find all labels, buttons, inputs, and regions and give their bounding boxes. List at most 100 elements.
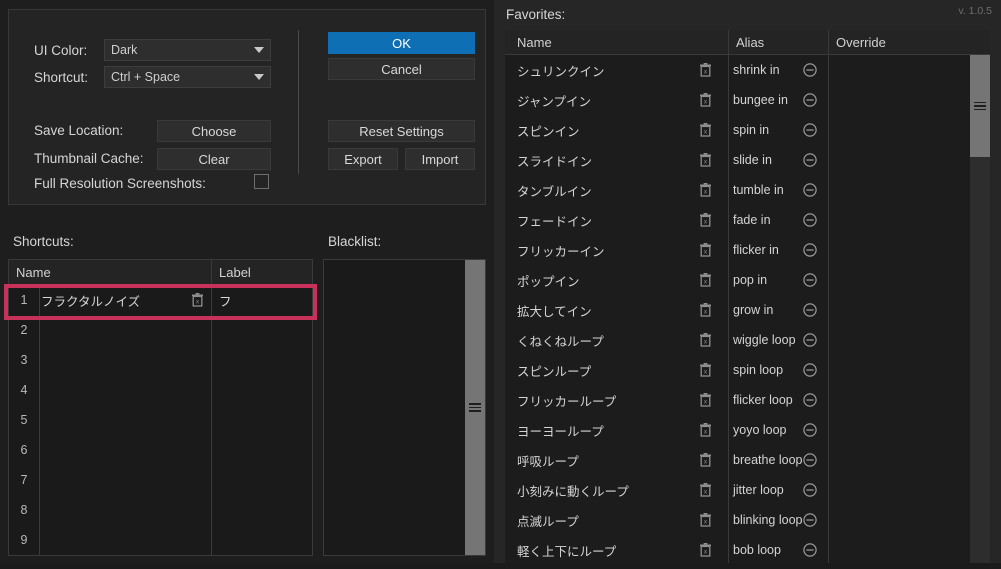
- favorite-row[interactable]: くねくねループ x wiggle loop: [505, 325, 990, 355]
- clear-cache-button[interactable]: Clear: [157, 148, 271, 170]
- name-alias-divider: [728, 55, 729, 569]
- favorite-name: 呼吸ループ: [517, 454, 579, 469]
- delete-icon[interactable]: x: [699, 393, 712, 411]
- remove-icon[interactable]: [803, 423, 817, 441]
- favorite-row[interactable]: フリッカーループ x flicker loop: [505, 385, 990, 415]
- blacklist-scrollbar[interactable]: [465, 260, 485, 555]
- save-location-label: Save Location:: [34, 123, 124, 138]
- remove-icon[interactable]: [803, 363, 817, 381]
- favorites-scroll-thumb[interactable]: [970, 55, 990, 157]
- window-bottom-edge: [0, 563, 1001, 569]
- thumbnail-cache-label: Thumbnail Cache:: [34, 151, 144, 166]
- remove-icon[interactable]: [803, 213, 817, 231]
- favorite-row[interactable]: スピンループ x spin loop: [505, 355, 990, 385]
- delete-icon[interactable]: x: [699, 333, 712, 351]
- reset-settings-button[interactable]: Reset Settings: [328, 120, 475, 142]
- remove-icon[interactable]: [803, 333, 817, 351]
- favorite-row[interactable]: シュリンクイン x shrink in: [505, 55, 990, 85]
- remove-icon[interactable]: [803, 393, 817, 411]
- svg-text:x: x: [704, 278, 708, 285]
- favorite-row[interactable]: スピンイン x spin in: [505, 115, 990, 145]
- svg-text:x: x: [704, 548, 708, 555]
- delete-icon[interactable]: x: [699, 303, 712, 321]
- ok-button[interactable]: OK: [328, 32, 475, 54]
- remove-icon[interactable]: [803, 183, 817, 201]
- shortcut-row[interactable]: 4: [9, 375, 312, 405]
- favorite-row[interactable]: ヨーヨーループ x yoyo loop: [505, 415, 990, 445]
- favorite-name: ポップイン: [517, 274, 580, 289]
- delete-icon[interactable]: x: [699, 93, 712, 111]
- favorite-row[interactable]: タンブルイン x tumble in: [505, 175, 990, 205]
- svg-text:x: x: [704, 368, 708, 375]
- delete-icon[interactable]: x: [699, 513, 712, 531]
- import-button[interactable]: Import: [405, 148, 475, 170]
- svg-text:x: x: [704, 98, 708, 105]
- svg-text:x: x: [704, 428, 708, 435]
- favorite-name: ジャンプイン: [517, 94, 592, 109]
- remove-icon[interactable]: [803, 453, 817, 471]
- delete-icon[interactable]: x: [699, 453, 712, 471]
- delete-icon[interactable]: x: [699, 63, 712, 81]
- remove-icon[interactable]: [803, 303, 817, 321]
- favorite-row[interactable]: ポップイン x pop in: [505, 265, 990, 295]
- shortcut-row[interactable]: 7: [9, 465, 312, 495]
- blacklist-title: Blacklist:: [328, 234, 382, 249]
- delete-icon[interactable]: x: [699, 213, 712, 231]
- favorites-table[interactable]: Name Alias Override シュリンクイン x shrink in ジャン…: [505, 30, 990, 569]
- remove-icon[interactable]: [803, 93, 817, 111]
- favorite-row[interactable]: 点滅ループ x blinking loop: [505, 505, 990, 535]
- ui-color-dropdown[interactable]: Dark: [104, 39, 271, 61]
- favorite-row[interactable]: スライドイン x slide in: [505, 145, 990, 175]
- shortcut-row[interactable]: 1 フラクタルノイズ x フ: [9, 285, 312, 315]
- svg-text:x: x: [704, 128, 708, 135]
- shortcut-row[interactable]: 2: [9, 315, 312, 345]
- shortcut-row[interactable]: 6: [9, 435, 312, 465]
- shortcuts-table[interactable]: Name Label 1 フラクタルノイズ x フ 2 3 4 5 6 7 8 9: [8, 259, 313, 556]
- delete-icon[interactable]: x: [191, 293, 204, 311]
- shortcuts-col-label: Label: [219, 265, 251, 280]
- remove-icon[interactable]: [803, 273, 817, 291]
- choose-button[interactable]: Choose: [157, 120, 271, 142]
- full-resolution-checkbox[interactable]: [254, 174, 269, 189]
- shortcut-row[interactable]: 5: [9, 405, 312, 435]
- delete-icon[interactable]: x: [699, 153, 712, 171]
- delete-icon[interactable]: x: [699, 183, 712, 201]
- remove-icon[interactable]: [803, 543, 817, 561]
- favorite-row[interactable]: 拡大してイン x grow in: [505, 295, 990, 325]
- shortcut-row[interactable]: 3: [9, 345, 312, 375]
- remove-icon[interactable]: [803, 483, 817, 501]
- remove-icon[interactable]: [803, 513, 817, 531]
- remove-icon[interactable]: [803, 243, 817, 261]
- favorite-row[interactable]: 呼吸ループ x breathe loop: [505, 445, 990, 475]
- svg-text:x: x: [704, 188, 708, 195]
- export-button[interactable]: Export: [328, 148, 398, 170]
- favorite-name: スピンイン: [517, 124, 580, 139]
- row-number: 7: [20, 473, 28, 487]
- favorite-row[interactable]: ジャンプイン x bungee in: [505, 85, 990, 115]
- delete-icon[interactable]: x: [699, 273, 712, 291]
- shortcut-dropdown[interactable]: Ctrl + Space: [104, 66, 271, 88]
- delete-icon[interactable]: x: [699, 243, 712, 261]
- delete-icon[interactable]: x: [699, 423, 712, 441]
- favorite-row[interactable]: 小刻みに動くループ x jitter loop: [505, 475, 990, 505]
- svg-text:x: x: [704, 338, 708, 345]
- cancel-button[interactable]: Cancel: [328, 58, 475, 80]
- blacklist-panel[interactable]: [323, 259, 486, 556]
- delete-icon[interactable]: x: [699, 123, 712, 141]
- favorites-header: Name Alias Override: [505, 30, 990, 55]
- grip-icon: [469, 403, 481, 412]
- remove-icon[interactable]: [803, 123, 817, 141]
- delete-icon[interactable]: x: [699, 483, 712, 501]
- favorite-name: フリッカーループ: [517, 394, 617, 409]
- remove-icon[interactable]: [803, 153, 817, 171]
- svg-text:x: x: [196, 298, 200, 305]
- delete-icon[interactable]: x: [699, 543, 712, 561]
- shortcut-row[interactable]: 9: [9, 525, 312, 555]
- favorite-row[interactable]: フリッカーイン x flicker in: [505, 235, 990, 265]
- row-number-divider: [39, 285, 40, 555]
- shortcut-row[interactable]: 8: [9, 495, 312, 525]
- favorite-row[interactable]: フェードイン x fade in: [505, 205, 990, 235]
- remove-icon[interactable]: [803, 63, 817, 81]
- favorite-row[interactable]: 軽く上下にループ x bob loop: [505, 535, 990, 565]
- delete-icon[interactable]: x: [699, 363, 712, 381]
